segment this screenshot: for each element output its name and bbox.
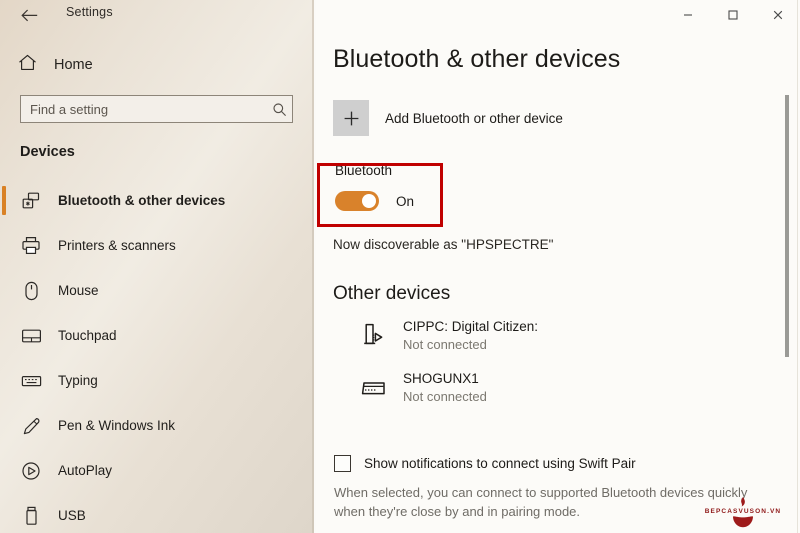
bluetooth-devices-icon bbox=[18, 190, 44, 212]
usb-icon bbox=[18, 505, 44, 527]
home-icon bbox=[18, 54, 37, 76]
sidebar-item-mouse[interactable]: Mouse bbox=[0, 268, 314, 313]
sidebar-item-label: Touchpad bbox=[58, 328, 117, 343]
cast-display-icon bbox=[358, 320, 390, 352]
sidebar-item-pen-windows-ink[interactable]: Pen & Windows Ink bbox=[0, 403, 314, 448]
touchpad-icon bbox=[18, 325, 44, 347]
add-device-label: Add Bluetooth or other device bbox=[385, 110, 563, 126]
sidebar-item-label: Typing bbox=[58, 373, 98, 388]
add-bluetooth-device-button[interactable]: Add Bluetooth or other device bbox=[333, 100, 563, 136]
sidebar-nav: Bluetooth & other devices Printers & sca… bbox=[0, 178, 314, 533]
search-icon[interactable] bbox=[266, 102, 292, 117]
toggle-knob bbox=[362, 194, 376, 208]
sidebar-item-autoplay[interactable]: AutoPlay bbox=[0, 448, 314, 493]
panel-edge-line bbox=[797, 0, 798, 533]
settings-window: Settings Home Devices bbox=[0, 0, 800, 533]
sidebar: Settings Home Devices bbox=[0, 0, 314, 533]
watermark-bowl-icon bbox=[733, 516, 753, 528]
sidebar-item-label: Bluetooth & other devices bbox=[58, 193, 226, 208]
printer-icon bbox=[18, 235, 44, 257]
device-text: SHOGUNX1 Not connected bbox=[403, 370, 487, 406]
search-input[interactable] bbox=[21, 100, 266, 118]
watermark-flame-icon bbox=[741, 497, 745, 507]
bluetooth-toggle-row: On bbox=[335, 191, 473, 211]
sidebar-item-printers-scanners[interactable]: Printers & scanners bbox=[0, 223, 314, 268]
sidebar-item-home[interactable]: Home bbox=[18, 52, 288, 78]
watermark-text: BEPCASVUSON.VN bbox=[704, 508, 782, 515]
bluetooth-label: Bluetooth bbox=[335, 163, 393, 178]
scrollbar-thumb[interactable] bbox=[785, 95, 789, 357]
sidebar-item-typing[interactable]: Typing bbox=[0, 358, 314, 403]
back-button[interactable] bbox=[16, 3, 42, 27]
swift-pair-checkbox-row[interactable]: Show notifications to connect using Swif… bbox=[334, 455, 636, 472]
other-devices-list: CIPPC: Digital Citizen: Not connected SH… bbox=[358, 318, 758, 422]
page-title: Bluetooth & other devices bbox=[333, 45, 621, 73]
sidebar-item-touchpad[interactable]: Touchpad bbox=[0, 313, 314, 358]
device-name: SHOGUNX1 bbox=[403, 371, 479, 386]
list-item[interactable]: SHOGUNX1 Not connected bbox=[358, 370, 758, 422]
sidebar-item-label: Printers & scanners bbox=[58, 238, 176, 253]
window-controls bbox=[665, 0, 800, 30]
bluetooth-toggle-state: On bbox=[396, 193, 415, 209]
device-text: CIPPC: Digital Citizen: Not connected bbox=[403, 318, 538, 354]
mouse-icon bbox=[18, 280, 44, 302]
minimize-button[interactable] bbox=[665, 0, 710, 30]
pen-icon bbox=[18, 415, 44, 437]
back-arrow-icon bbox=[20, 9, 37, 21]
keyboard-device-icon bbox=[358, 372, 390, 404]
discoverable-text: Now discoverable as "HPSPECTRE" bbox=[333, 237, 554, 252]
swift-pair-label: Show notifications to connect using Swif… bbox=[364, 456, 636, 471]
sidebar-item-usb[interactable]: USB bbox=[0, 493, 314, 533]
bluetooth-setting-block: Bluetooth On bbox=[333, 163, 473, 211]
autoplay-icon bbox=[18, 460, 44, 482]
device-status: Not connected bbox=[403, 337, 487, 352]
search-box[interactable] bbox=[20, 95, 293, 123]
window-titlebar-left: Settings bbox=[0, 0, 314, 30]
bluetooth-toggle[interactable] bbox=[335, 191, 379, 211]
maximize-button[interactable] bbox=[710, 0, 755, 30]
watermark: BEPCASVUSON.VN bbox=[686, 497, 800, 533]
app-title: Settings bbox=[66, 5, 113, 19]
other-devices-heading: Other devices bbox=[333, 283, 451, 304]
main-content: Bluetooth & other devices Add Bluetooth … bbox=[316, 0, 800, 533]
sidebar-item-bluetooth-other-devices[interactable]: Bluetooth & other devices bbox=[0, 178, 314, 223]
sidebar-item-label: USB bbox=[58, 508, 86, 523]
sidebar-section-devices: Devices bbox=[20, 144, 75, 160]
keyboard-icon bbox=[18, 370, 44, 392]
swift-pair-checkbox[interactable] bbox=[334, 455, 351, 472]
sidebar-item-label: AutoPlay bbox=[58, 463, 113, 478]
list-item[interactable]: CIPPC: Digital Citizen: Not connected bbox=[358, 318, 758, 370]
plus-icon bbox=[333, 100, 369, 136]
device-status: Not connected bbox=[403, 389, 487, 404]
device-name: CIPPC: Digital Citizen: bbox=[403, 319, 539, 334]
sidebar-item-label: Mouse bbox=[58, 283, 99, 298]
maximize-icon bbox=[727, 10, 738, 20]
close-button[interactable] bbox=[755, 0, 800, 30]
sidebar-item-label: Pen & Windows Ink bbox=[58, 418, 176, 433]
close-icon bbox=[773, 10, 782, 20]
home-label: Home bbox=[54, 57, 93, 73]
minimize-icon bbox=[683, 14, 692, 16]
